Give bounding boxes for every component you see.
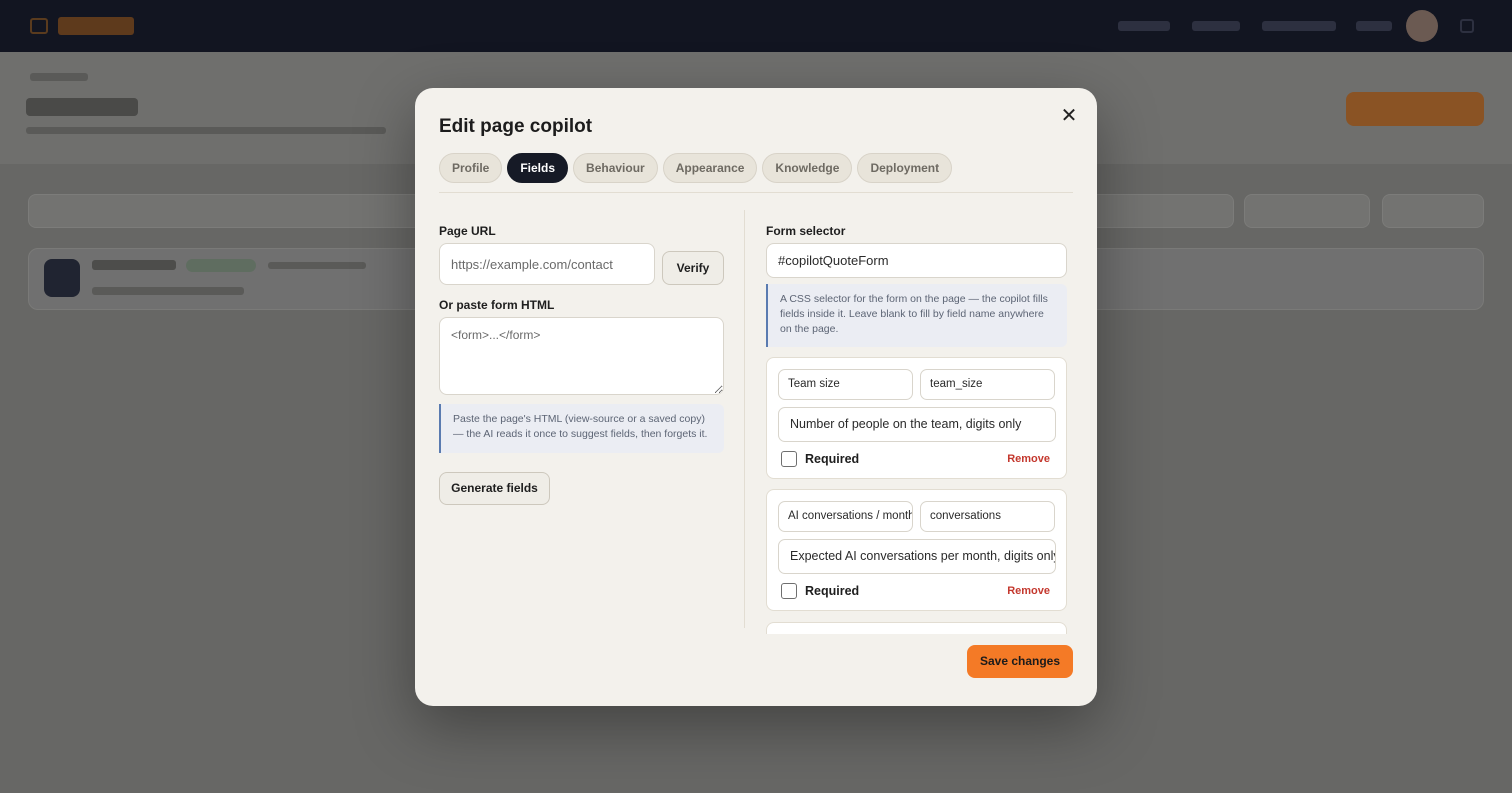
tab-appearance[interactable]: Appearance — [662, 153, 758, 183]
generate-fields-button[interactable]: Generate fields — [439, 472, 550, 505]
nav-link — [1118, 21, 1170, 31]
form-selector-note: A CSS selector for the form on the page … — [766, 284, 1067, 347]
list-item-subtitle — [92, 287, 244, 295]
edit-copilot-modal: Edit page copilot ✕ Profile Fields Behav… — [415, 88, 1097, 706]
tab-bar: Profile Fields Behaviour Appearance Know… — [439, 153, 953, 183]
remove-field-button[interactable]: Remove — [1007, 585, 1050, 597]
form-selector-input[interactable] — [766, 243, 1067, 278]
copilot-icon — [44, 259, 80, 297]
column-divider — [744, 210, 745, 628]
list-item-meta — [268, 262, 366, 269]
tab-knowledge[interactable]: Knowledge — [762, 153, 853, 183]
nav-link — [1262, 21, 1336, 31]
sort-select — [1382, 194, 1484, 228]
avatar — [1406, 10, 1438, 42]
new-page-copilot-button — [1346, 92, 1484, 126]
nav-link — [1356, 21, 1392, 31]
required-checkbox[interactable] — [781, 583, 797, 599]
filter-select — [1244, 194, 1370, 228]
tab-profile[interactable]: Profile — [439, 153, 503, 183]
form-html-textarea[interactable] — [439, 317, 724, 395]
page-title — [26, 98, 138, 116]
field-label-input[interactable]: AI conversations / month — [778, 501, 913, 532]
field-card: AI conversations / month conversations E… — [766, 489, 1067, 611]
field-card — [766, 622, 1067, 634]
verify-button[interactable]: Verify — [662, 251, 724, 285]
remove-field-button[interactable]: Remove — [1007, 453, 1050, 465]
divider — [439, 192, 1073, 193]
form-selector-label: Form selector — [766, 224, 846, 238]
tab-deployment[interactable]: Deployment — [857, 153, 953, 183]
field-description-input[interactable]: Number of people on the team, digits onl… — [778, 407, 1056, 442]
tab-behaviour[interactable]: Behaviour — [573, 153, 658, 183]
required-checkbox[interactable] — [781, 451, 797, 467]
field-label-input[interactable]: Team size — [778, 369, 913, 400]
modal-title: Edit page copilot — [439, 116, 593, 137]
status-badge — [186, 259, 256, 272]
form-html-label: Or paste form HTML — [439, 298, 555, 312]
save-changes-button[interactable]: Save changes — [967, 645, 1073, 678]
page-subtitle — [26, 127, 386, 134]
field-description-input[interactable]: Expected AI conversations per month, dig… — [778, 539, 1056, 574]
page-url-input[interactable] — [439, 243, 655, 285]
field-card: Team size team_size Number of people on … — [766, 357, 1067, 479]
logo-icon — [30, 18, 48, 34]
field-name-input[interactable]: team_size — [920, 369, 1055, 400]
html-help-note: Paste the page's HTML (view-source or a … — [439, 404, 724, 453]
required-label: Required — [805, 584, 860, 598]
logo — [58, 17, 134, 35]
list-item-title — [92, 260, 176, 270]
tab-fields[interactable]: Fields — [507, 153, 569, 183]
nav-link — [1192, 21, 1240, 31]
breadcrumb — [30, 73, 88, 81]
page-url-label: Page URL — [439, 224, 496, 238]
close-icon[interactable]: ✕ — [1059, 106, 1079, 126]
required-label: Required — [805, 452, 860, 466]
field-name-input[interactable]: conversations — [920, 501, 1055, 532]
menu-icon — [1460, 19, 1474, 33]
top-navbar — [0, 0, 1512, 52]
